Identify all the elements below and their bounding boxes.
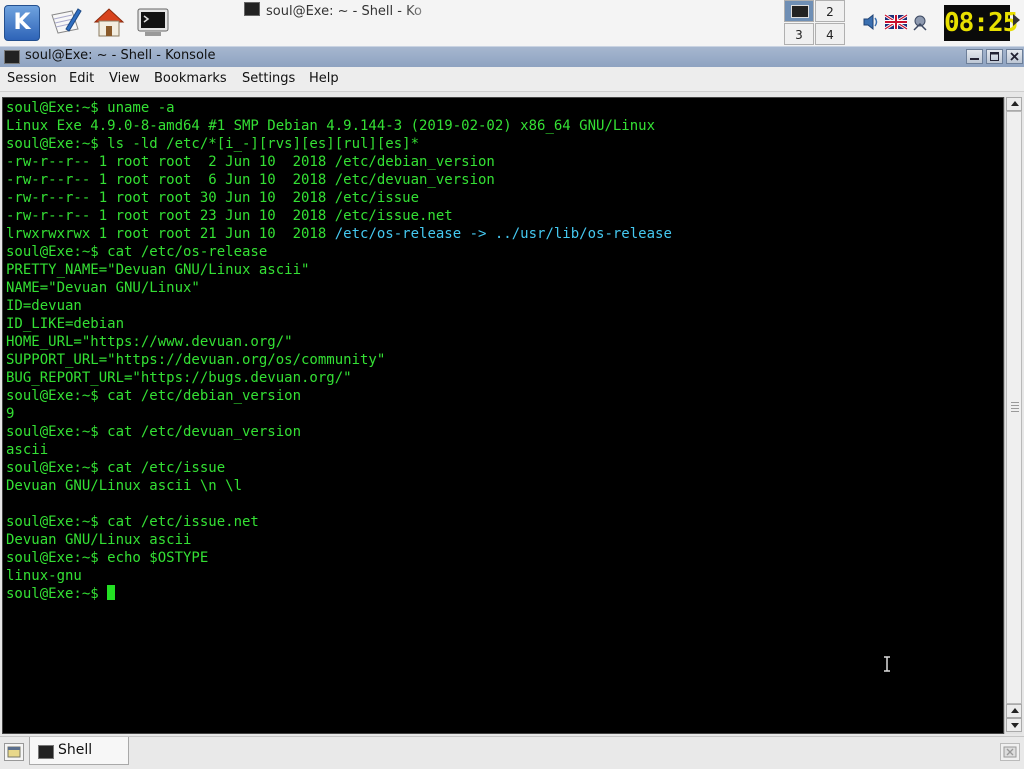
new-session-button[interactable] [4,743,24,761]
terminal-line: soul@Exe:~$ cat /etc/devuan_version [6,424,302,440]
minimize-icon [970,58,979,60]
task-title-fade [404,2,444,22]
maximize-icon [990,52,999,61]
close-icon [1010,52,1019,61]
close-tab-icon [1003,746,1017,758]
terminal-line: ID=devuan [6,298,82,314]
konsole-icon[interactable] [4,50,20,64]
terminal-line: Devuan GNU/Linux ascii \n \l [6,478,243,494]
system-tray [862,10,934,36]
terminal-line: Linux Exe 4.9.0-8-amd64 #1 SMP Debian 4.… [6,118,656,134]
pager-desktop-4[interactable]: 4 [815,23,845,45]
kmenu-button[interactable]: K [4,5,40,41]
menu-bookmarks[interactable]: Bookmarks [154,71,227,86]
scrollbar-grip-icon [1011,402,1019,414]
scrollbar-thumb[interactable] [1006,111,1022,704]
new-tab-icon [7,746,21,758]
kmenu-icon: K [13,10,31,35]
terminal-line: HOME_URL="https://www.devuan.org/" [6,334,293,350]
terminal-line: soul@Exe:~$ ls -ld /etc/*[i_-][rvs][es][… [6,136,420,152]
scroll-up-button-secondary[interactable] [1006,704,1022,718]
pager-desktop-3[interactable]: 3 [784,23,814,45]
menu-view[interactable]: View [109,71,140,86]
ibeam-cursor-icon [884,656,890,672]
terminal-line: soul@Exe:~$ echo $OSTYPE [6,550,209,566]
pager-desktop-1[interactable] [784,0,814,22]
terminal-line: soul@Exe:~$ uname -a [6,100,175,116]
terminal-line: soul@Exe:~$ cat /etc/issue [6,460,226,476]
terminal-icon [137,8,169,36]
menu-session[interactable]: Session [7,71,57,86]
terminal-line: -rw-r--r-- 1 root root 30 Jun 10 2018 /e… [6,190,420,206]
terminal-prompt-line[interactable]: soul@Exe:~$ [6,585,672,603]
menu-settings[interactable]: Settings [242,71,295,86]
terminal-line: ID_LIKE=debian [6,316,125,332]
terminal-output[interactable]: soul@Exe:~$ uname -a Linux Exe 4.9.0-8-a… [2,97,1004,734]
prompt: soul@Exe:~$ [6,586,108,602]
terminal-line: BUG_REPORT_URL="https://bugs.devuan.org/… [6,370,352,386]
close-session-button[interactable] [1000,743,1020,761]
terminal-icon [244,2,260,16]
scroll-up-button[interactable] [1006,97,1022,111]
home-launcher[interactable] [92,5,126,39]
menubar: Session Edit View Bookmarks Settings Hel… [0,67,1024,92]
scroll-down-button[interactable] [1006,718,1022,732]
speaker-icon[interactable] [862,12,882,32]
pager-desktop-2[interactable]: 2 [815,0,845,22]
terminal-line: -rw-r--r-- 1 root root 6 Jun 10 2018 /et… [6,172,495,188]
desktop-pager: 2 3 4 [784,0,846,46]
writer-icon [51,8,82,34]
window-title: soul@Exe: ~ - Shell - Konsole [25,48,216,63]
terminal-line: Devuan GNU/Linux ascii [6,532,192,548]
tab-label: Shell [58,742,93,758]
minimize-button[interactable] [966,49,983,64]
symlink-target: /etc/os-release -> ../usr/lib/os-release [334,226,672,242]
keyboard-layout-flag-icon[interactable] [884,12,908,32]
terminal-line: linux-gnu [6,568,82,584]
vertical-scrollbar[interactable] [1004,97,1022,734]
terminal-line: PRETTY_NAME="Devuan GNU/Linux ascii" [6,262,310,278]
clock[interactable]: 08:25 [944,5,1018,41]
terminal-line: 9 [6,406,15,422]
text-cursor [107,585,116,600]
task-title: soul@Exe: ~ - Shell - Ko [266,4,422,19]
terminal-line: NAME="Devuan GNU/Linux" [6,280,200,296]
terminal-line: -rw-r--r-- 1 root root 23 Jun 10 2018 /e… [6,208,453,224]
menu-help[interactable]: Help [309,71,339,86]
menu-edit[interactable]: Edit [69,71,94,86]
terminal-line: soul@Exe:~$ cat /etc/os-release [6,244,268,260]
window-titlebar[interactable]: soul@Exe: ~ - Shell - Konsole [0,46,1024,67]
terminal-line: soul@Exe:~$ cat /etc/issue.net [6,514,259,530]
terminal-lines: soul@Exe:~$ uname -a Linux Exe 4.9.0-8-a… [6,99,672,603]
maximize-button[interactable] [986,49,1003,64]
panel-expand-arrow-icon[interactable] [1013,14,1020,26]
window-thumbnail-icon [791,5,809,18]
terminal-line: SUPPORT_URL="https://devuan.org/os/commu… [6,352,386,368]
terminal-line: soul@Exe:~$ cat /etc/debian_version [6,388,302,404]
home-folder-icon [93,8,125,37]
terminal-line: ascii [6,442,49,458]
writer-launcher[interactable] [48,5,82,39]
terminal-icon [38,745,54,759]
close-button[interactable] [1006,49,1023,64]
symlink-listing: lrwxrwxrwx 1 root root 21 Jun 10 2018 [6,226,335,242]
network-icon[interactable] [910,12,930,32]
terminal-launcher[interactable] [136,5,170,39]
taskbar-active-task[interactable]: soul@Exe: ~ - Shell - Ko [244,2,444,22]
terminal-line: -rw-r--r-- 1 root root 2 Jun 10 2018 /et… [6,154,495,170]
terminal-line-symlink: lrwxrwxrwx 1 root root 21 Jun 10 2018 /e… [6,225,672,243]
tab-shell[interactable]: Shell [29,737,129,765]
taskbar: K soul@Exe: ~ - Shell - Ko 2 3 4 08:25 [0,0,1024,47]
tab-bar: Shell [0,736,1024,769]
